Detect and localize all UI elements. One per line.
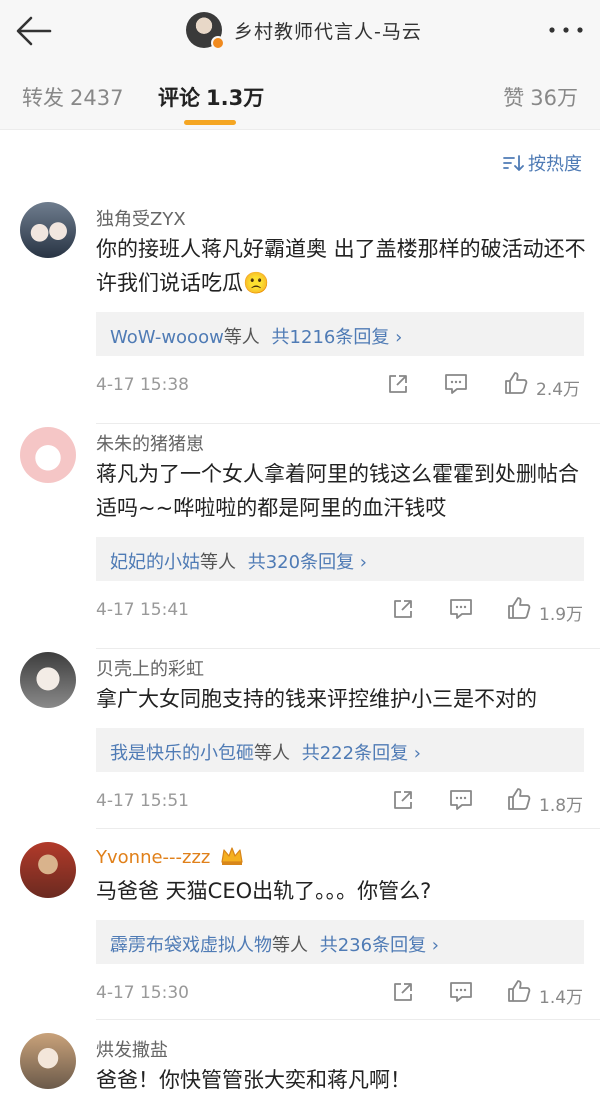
comment-username[interactable]: 独角受ZYX <box>96 205 186 231</box>
reply-count: 共1216条回复 › <box>271 327 403 348</box>
avatar[interactable] <box>20 1033 76 1089</box>
comment-time: 4-17 15:51 <box>96 791 189 811</box>
comment-username[interactable]: 朱朱的猪猪崽 <box>96 430 204 456</box>
header-title-group[interactable]: 乡村教师代言人-马云 <box>186 10 422 50</box>
reply-suffix: 等人 <box>272 935 308 956</box>
share-icon[interactable] <box>391 788 415 812</box>
like-count: 1.4万 <box>539 988 584 1008</box>
divider <box>96 828 600 829</box>
tab-count: 1.3万 <box>206 86 265 110</box>
comment-username[interactable]: 贝壳上的彩虹 <box>96 655 204 681</box>
reply-suffix: 等人 <box>223 327 260 348</box>
like-count: 2.4万 <box>536 380 581 400</box>
tab-count: 2437 <box>70 86 124 110</box>
reply-user: 霹雳布袋戏虚拟人物 <box>110 935 272 956</box>
share-icon[interactable] <box>386 372 410 396</box>
comment-text: 爸爸！你快管管张大奕和蒋凡啊！ <box>96 1068 411 1092</box>
page-title: 乡村教师代言人-马云 <box>234 20 422 43</box>
replies-preview[interactable]: 我是快乐的小包砸等人 共222条回复 › <box>96 728 584 772</box>
avatar[interactable] <box>20 842 76 898</box>
tab-reposts[interactable]: 转发 2437 <box>22 82 123 112</box>
share-icon[interactable] <box>391 597 415 621</box>
like-icon[interactable] <box>506 595 532 621</box>
comment-text: 马爸爸 天猫CEO出轨了。。。你管么? <box>96 879 432 903</box>
divider <box>96 648 600 649</box>
replies-preview[interactable]: 妃妃的小姑等人 共320条回复 › <box>96 537 584 581</box>
like-count: 1.9万 <box>539 605 584 625</box>
comment-icon[interactable] <box>448 980 474 1004</box>
comment-username[interactable]: 烘发撒盐 <box>96 1036 168 1062</box>
tab-label: 评论 <box>158 86 200 110</box>
reply-user: 妃妃的小姑 <box>110 552 200 573</box>
divider <box>96 423 600 424</box>
sort-label: 按热度 <box>528 154 582 175</box>
replies-preview[interactable]: WoW-wooow等人 共1216条回复 › <box>96 312 584 356</box>
reply-suffix: 等人 <box>200 552 236 573</box>
comment-text: 拿广大女同胞支持的钱来评控维护小三是不对的 <box>96 687 537 711</box>
like-icon[interactable] <box>503 370 529 396</box>
verified-badge-icon <box>211 36 225 50</box>
tab-likes[interactable]: 赞 36万 <box>503 82 578 112</box>
sort-button[interactable]: 按热度 <box>502 150 582 176</box>
reply-count: 共236条回复 › <box>319 935 440 956</box>
comment-time: 4-17 15:30 <box>96 983 189 1003</box>
reply-suffix: 等人 <box>254 743 290 764</box>
share-icon[interactable] <box>391 980 415 1004</box>
divider <box>96 1019 600 1020</box>
comment-time: 4-17 15:38 <box>96 375 189 395</box>
tab-comments[interactable]: 评论 1.3万 <box>158 82 264 112</box>
comment-icon[interactable] <box>448 788 474 812</box>
tab-label: 赞 <box>503 86 525 110</box>
tab-bar: 转发 2437 评论 1.3万 赞 36万 <box>0 62 600 130</box>
comment-icon[interactable] <box>448 597 474 621</box>
comment-time: 4-17 15:41 <box>96 600 189 620</box>
active-tab-indicator <box>184 120 236 125</box>
comment-text: 你的接班人蒋凡好霸道奥 出了盖楼那样的破活动还不许我们说话吃瓜🙁 <box>96 237 586 295</box>
reply-user: 我是快乐的小包砸 <box>110 743 254 764</box>
like-count: 1.8万 <box>539 796 584 816</box>
top-bar: 乡村教师代言人-马云 <box>0 0 600 62</box>
tab-label: 转发 <box>22 86 64 110</box>
avatar[interactable] <box>20 202 76 258</box>
avatar[interactable] <box>20 652 76 708</box>
replies-preview[interactable]: 霹雳布袋戏虚拟人物等人 共236条回复 › <box>96 920 584 964</box>
reply-count: 共320条回复 › <box>247 552 368 573</box>
reply-user: WoW-wooow <box>110 327 224 348</box>
like-icon[interactable] <box>506 786 532 812</box>
user-avatar[interactable] <box>186 12 225 50</box>
username-text: Yvonne---zzz <box>96 847 211 868</box>
comment-text: 蒋凡为了一个女人拿着阿里的钱这么霍霍到处删帖合适吗~~哗啦啦的都是阿里的血汗钱哎 <box>96 462 579 520</box>
comment-username[interactable]: Yvonne---zzz <box>96 845 244 868</box>
reply-count: 共222条回复 › <box>301 743 422 764</box>
more-dots-icon[interactable] <box>546 20 586 40</box>
sort-icon <box>503 155 524 171</box>
like-icon[interactable] <box>506 978 532 1004</box>
comment-icon[interactable] <box>443 372 469 396</box>
tab-count: 36万 <box>530 86 578 110</box>
crown-badge-icon <box>221 847 243 865</box>
avatar[interactable] <box>20 427 76 483</box>
back-arrow-icon[interactable] <box>14 14 54 48</box>
